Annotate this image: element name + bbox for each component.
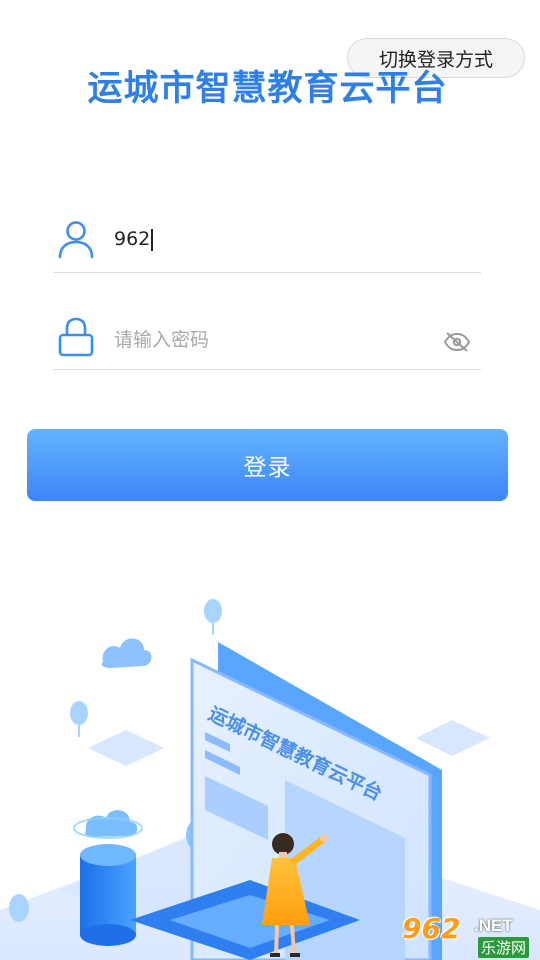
login-button-label: 登录 xyxy=(243,455,292,481)
username-field[interactable]: 962 xyxy=(53,212,481,273)
password-input[interactable]: 请输入密码 xyxy=(114,325,209,352)
eye-off-icon[interactable] xyxy=(443,331,471,353)
watermark-suffix: .NET xyxy=(474,916,513,935)
watermark-number: 962 xyxy=(402,912,461,945)
user-icon xyxy=(58,221,94,259)
username-input[interactable]: 962 xyxy=(114,228,150,250)
app-title: 运城市智慧教育云平台 xyxy=(87,69,448,109)
lock-icon xyxy=(58,317,94,357)
login-button[interactable]: 登录 xyxy=(27,429,508,501)
text-cursor xyxy=(151,228,153,251)
education-illustration: 运城市智慧教育云平台 xyxy=(0,599,540,960)
watermark-logo: 962 .NET 乐游网 xyxy=(398,910,538,960)
watermark-name: 乐游网 xyxy=(478,937,530,958)
password-field[interactable]: 请输入密码 xyxy=(53,309,481,370)
